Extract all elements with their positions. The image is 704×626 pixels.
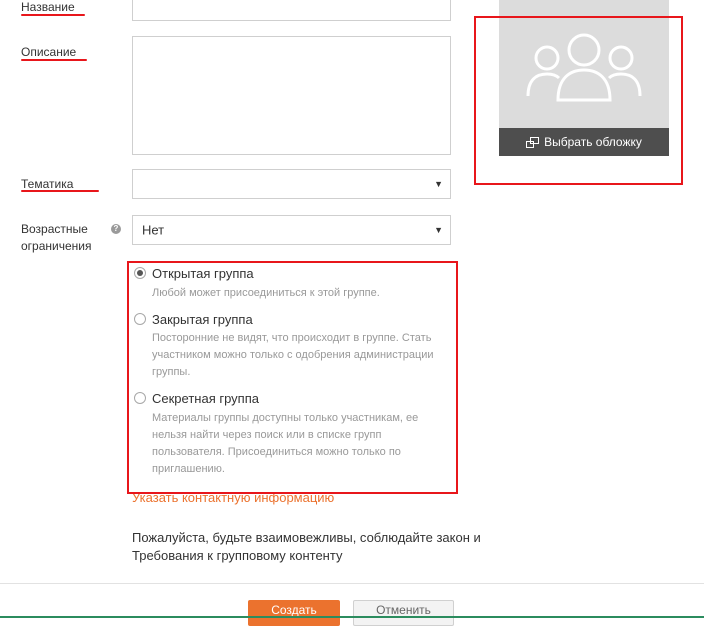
chevron-down-icon: ▼ [434,225,443,235]
footer-divider [0,583,704,584]
rules-notice: Пожалуйста, будьте взаимовежливы, соблюд… [132,529,512,565]
description-underline [21,59,87,61]
create-button[interactable]: Создать [248,600,340,626]
age-select-value: Нет [142,222,165,238]
chevron-down-icon: ▼ [434,179,443,189]
age-label-line1: Возрастные [21,222,88,236]
cancel-button[interactable]: Отменить [353,600,454,626]
topic-label: Тематика [21,177,74,191]
help-icon[interactable]: ? [111,224,121,234]
topic-underline [21,190,99,192]
name-input[interactable] [132,0,451,21]
name-label: Название [21,0,75,14]
rules-notice-line: Пожалуйста, будьте взаимовежливы, соблюд… [132,530,481,545]
description-label: Описание [21,45,77,59]
topic-select[interactable]: ▼ [132,169,451,199]
description-textarea[interactable] [132,36,451,155]
cover-highlight-box [474,16,683,185]
privacy-highlight-box [127,261,458,494]
age-select[interactable]: Нет ▼ [132,215,451,245]
name-underline [21,14,85,16]
rules-link[interactable]: Требования к групповому контенту [132,547,512,565]
create-button-label: Создать [271,603,317,617]
age-label-line2: ограничения [21,239,92,253]
cancel-button-label: Отменить [376,603,431,617]
